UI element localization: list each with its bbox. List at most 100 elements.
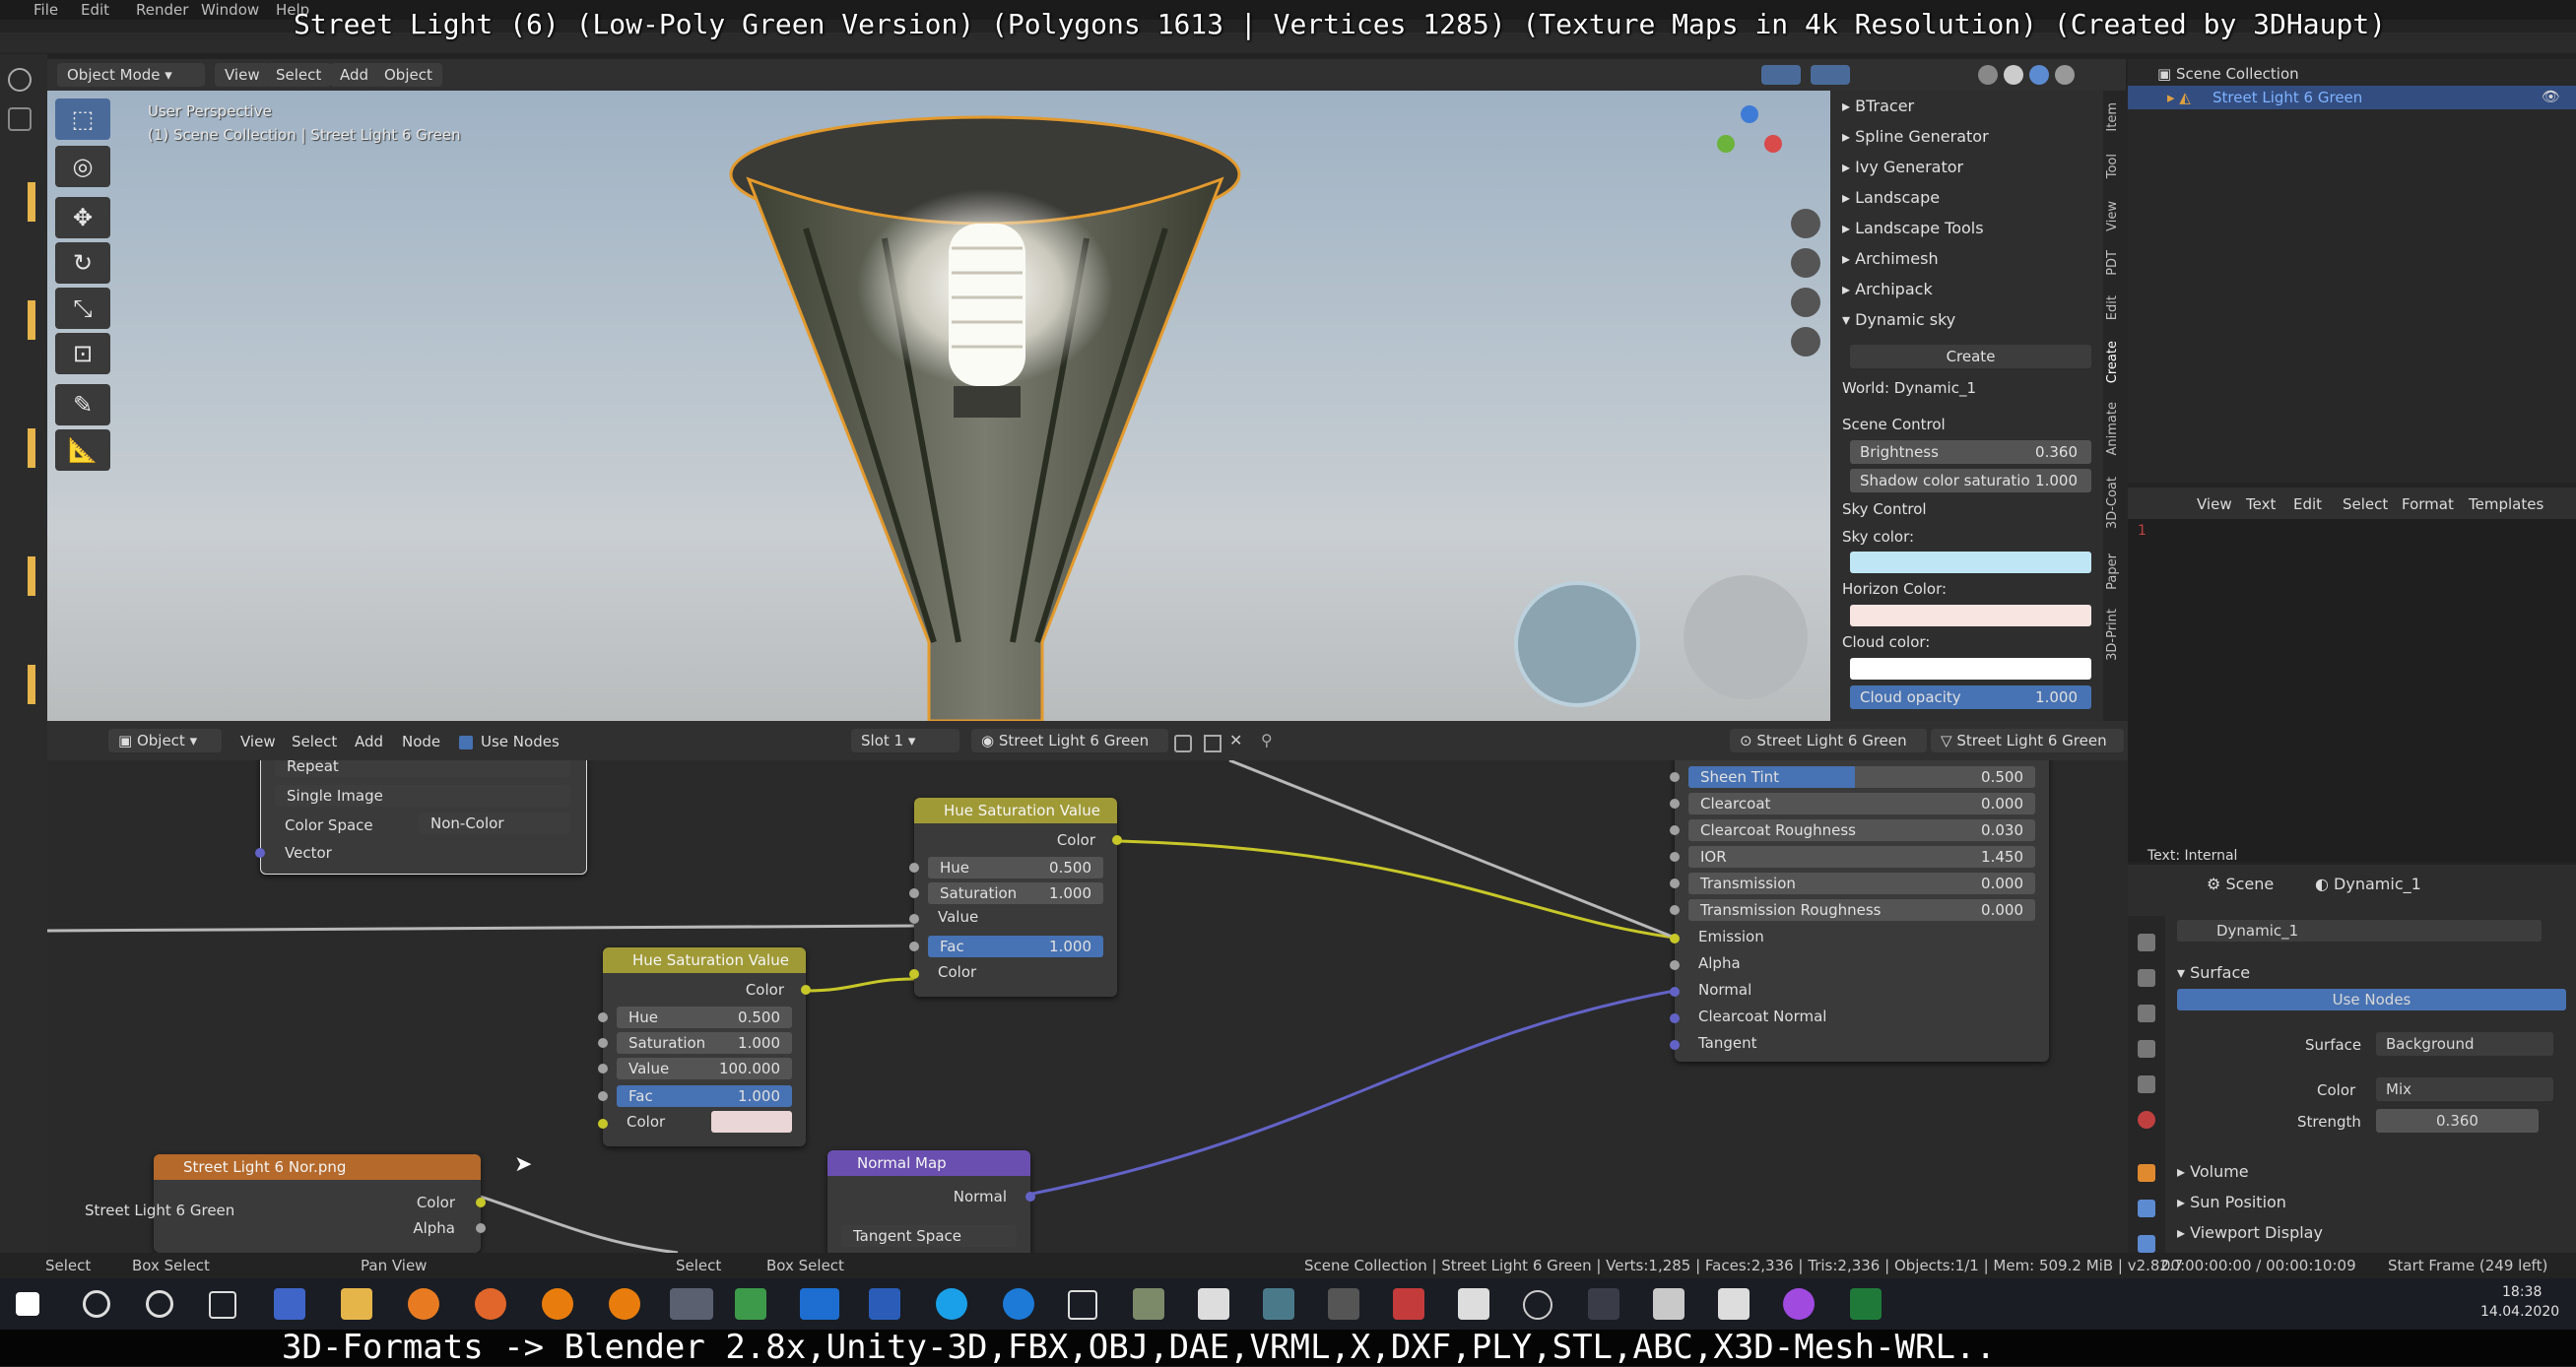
camera-icon[interactable]: [1791, 288, 1820, 317]
material-shading-icon[interactable]: [2029, 65, 2049, 85]
move-tool-icon[interactable]: ✥: [55, 197, 110, 238]
bsdf-input-socket[interactable]: [1670, 905, 1680, 915]
hsv2-color-output-socket[interactable]: [801, 985, 811, 995]
horizon-color-swatch[interactable]: [1850, 605, 2091, 626]
create-sky-button[interactable]: Create: [1850, 345, 2091, 368]
transform-tool-icon[interactable]: ⊡: [55, 333, 110, 374]
texture-color-output-socket[interactable]: [476, 1198, 486, 1207]
texture-alpha-output-socket[interactable]: [476, 1223, 486, 1233]
hsv2-hue-field[interactable]: Hue 0.500: [617, 1007, 792, 1028]
hsv1-saturation-socket[interactable]: [909, 888, 919, 898]
app-icon[interactable]: [1328, 1288, 1359, 1320]
search-icon[interactable]: [8, 107, 32, 131]
app-icon[interactable]: [1653, 1288, 1684, 1320]
tab-pdt[interactable]: PDT: [2105, 250, 2127, 276]
panel-item-btracer[interactable]: ▸ BTracer: [1842, 97, 1914, 115]
viewport-menu-select[interactable]: Select: [266, 63, 332, 87]
zoom-icon[interactable]: [1791, 209, 1820, 238]
bsdf-input-socket[interactable]: [1670, 879, 1680, 888]
viewport-menu-view[interactable]: View: [215, 63, 270, 87]
sky-color-swatch[interactable]: [1850, 552, 2091, 573]
use-nodes-button[interactable]: Use Nodes: [2177, 989, 2566, 1010]
tab-create[interactable]: Create: [2105, 341, 2127, 383]
navigation-gizmo[interactable]: [1717, 105, 1786, 174]
panel-item-dynamic-sky[interactable]: ▾ Dynamic sky: [1842, 310, 1955, 329]
grid-icon[interactable]: [1791, 327, 1820, 357]
bsdf-socket-emission[interactable]: [1670, 934, 1680, 944]
pan-hand-icon[interactable]: [1791, 248, 1820, 278]
hsv1-color-input-socket[interactable]: [909, 969, 919, 979]
hsv1-color-output-socket[interactable]: [1112, 835, 1122, 845]
outliner-row-selected[interactable]: ▸ ◭ Street Light 6 Green 👁: [2128, 86, 2576, 109]
text-menu-text[interactable]: Text: [2246, 495, 2276, 513]
hsv2-fac-field[interactable]: Fac 1.000: [617, 1085, 792, 1107]
outlook-icon[interactable]: [800, 1288, 839, 1320]
world-properties-icon[interactable]: [2138, 1111, 2155, 1129]
rendered-shading-icon[interactable]: [2055, 65, 2075, 85]
edge-icon[interactable]: [1003, 1288, 1034, 1320]
bsdf-socket-alpha[interactable]: [1670, 960, 1680, 970]
word-icon[interactable]: [869, 1288, 900, 1320]
principled-bsdf-node[interactable]: Sheen Tint 0.500 Clearcoat 0.000 Clearcoat R…: [1670, 760, 2049, 1062]
scale-tool-icon[interactable]: ⤡: [55, 288, 110, 329]
task-view-icon[interactable]: [209, 1291, 236, 1319]
surface-shader-field[interactable]: Background: [2376, 1032, 2553, 1056]
app-icon[interactable]: [1263, 1288, 1294, 1320]
app-icon[interactable]: [1783, 1288, 1815, 1320]
hsv2-fac-socket[interactable]: [598, 1091, 608, 1101]
hsv2-value-socket[interactable]: [598, 1064, 608, 1074]
hsv2-saturation-socket[interactable]: [598, 1038, 608, 1048]
visibility-eye-icon[interactable]: 👁: [2542, 88, 2560, 105]
hsv1-value-socket[interactable]: [909, 914, 919, 924]
modifier-wrench-icon[interactable]: [2138, 1200, 2155, 1217]
hsv1-fac-field[interactable]: Fac 1.000: [928, 936, 1103, 957]
hsv1-saturation-field[interactable]: Saturation 1.000: [928, 882, 1103, 904]
object-mode-dropdown[interactable]: Object Mode ▾: [57, 63, 205, 87]
cortana-icon[interactable]: [146, 1290, 173, 1318]
node-menu-view[interactable]: View: [240, 733, 276, 750]
text-menu-templates[interactable]: Templates: [2469, 495, 2543, 513]
node-menu-node[interactable]: Node: [402, 733, 440, 750]
wireframe-shading-icon[interactable]: [1978, 65, 1998, 85]
properties-scene-tab[interactable]: ⚙ Scene: [2207, 875, 2274, 893]
repeat-dropdown[interactable]: Repeat: [275, 760, 570, 777]
bsdf-field-sheen-tint[interactable]: Sheen Tint 0.500: [1688, 766, 2035, 788]
sun-position-section[interactable]: ▸ Sun Position: [2177, 1193, 2286, 1211]
close-icon[interactable]: ✕: [1229, 731, 1242, 749]
object-data-selector[interactable]: ▽ Street Light 6 Green: [1931, 729, 2124, 752]
search-icon[interactable]: [83, 1290, 110, 1318]
panel-item-spline[interactable]: ▸ Spline Generator: [1842, 127, 1989, 146]
text-menu-edit[interactable]: Edit: [2293, 495, 2322, 513]
fake-user-shield-icon[interactable]: [1174, 735, 1192, 752]
bsdf-field-ior[interactable]: IOR 1.450: [1688, 846, 2035, 868]
windows-start-icon[interactable]: [16, 1292, 39, 1316]
node-menu-select[interactable]: Select: [292, 733, 337, 750]
shadow-saturation-field[interactable]: Shadow color saturatio 1.000: [1850, 469, 2091, 492]
hsv-node-2[interactable]: Hue Saturation Value Color Hue 0.500 Satu…: [598, 947, 811, 1146]
cloud-opacity-field[interactable]: Cloud opacity 1.000: [1850, 685, 2091, 709]
rotate-tool-icon[interactable]: ↻: [55, 242, 110, 284]
text-menu-select[interactable]: Select: [2343, 495, 2388, 513]
material-selector[interactable]: ◉ Street Light 6 Green: [971, 729, 1168, 752]
world-name-field[interactable]: Dynamic_1: [2177, 920, 2542, 942]
node-editor-canvas[interactable]: Repeat Single Image Color Space Non-Colo…: [47, 760, 2128, 1253]
bsdf-input-socket[interactable]: [1670, 825, 1680, 835]
tangent-space-dropdown[interactable]: Tangent Space: [841, 1225, 1017, 1247]
tab-3dcoat[interactable]: 3D-Coat: [2105, 477, 2127, 529]
app-icon[interactable]: [1133, 1288, 1164, 1320]
text-menu-view[interactable]: View: [2197, 495, 2232, 513]
normal-map-node[interactable]: Normal Map Normal Tangent Space: [827, 1150, 1035, 1253]
color-space-dropdown[interactable]: Non-Color: [419, 813, 570, 834]
node-menu-add[interactable]: Add: [355, 733, 383, 750]
image-texture-node[interactable]: Repeat Single Image Color Space Non-Colo…: [255, 760, 587, 875]
z-axis-icon[interactable]: [1741, 105, 1758, 123]
tab-animate[interactable]: Animate: [2105, 402, 2127, 455]
viewport-display-section[interactable]: ▸ Viewport Display: [2177, 1223, 2323, 1242]
bsdf-input-socket[interactable]: [1670, 799, 1680, 809]
use-nodes-checkbox[interactable]: Use Nodes: [459, 733, 560, 750]
hsv2-hue-socket[interactable]: [598, 1012, 608, 1022]
text-menu-format[interactable]: Format: [2402, 495, 2454, 513]
overlay-toggle-icon[interactable]: [1811, 65, 1850, 85]
tool-properties-icon[interactable]: [2138, 934, 2155, 951]
viewport-menu-object[interactable]: Object: [374, 63, 442, 87]
